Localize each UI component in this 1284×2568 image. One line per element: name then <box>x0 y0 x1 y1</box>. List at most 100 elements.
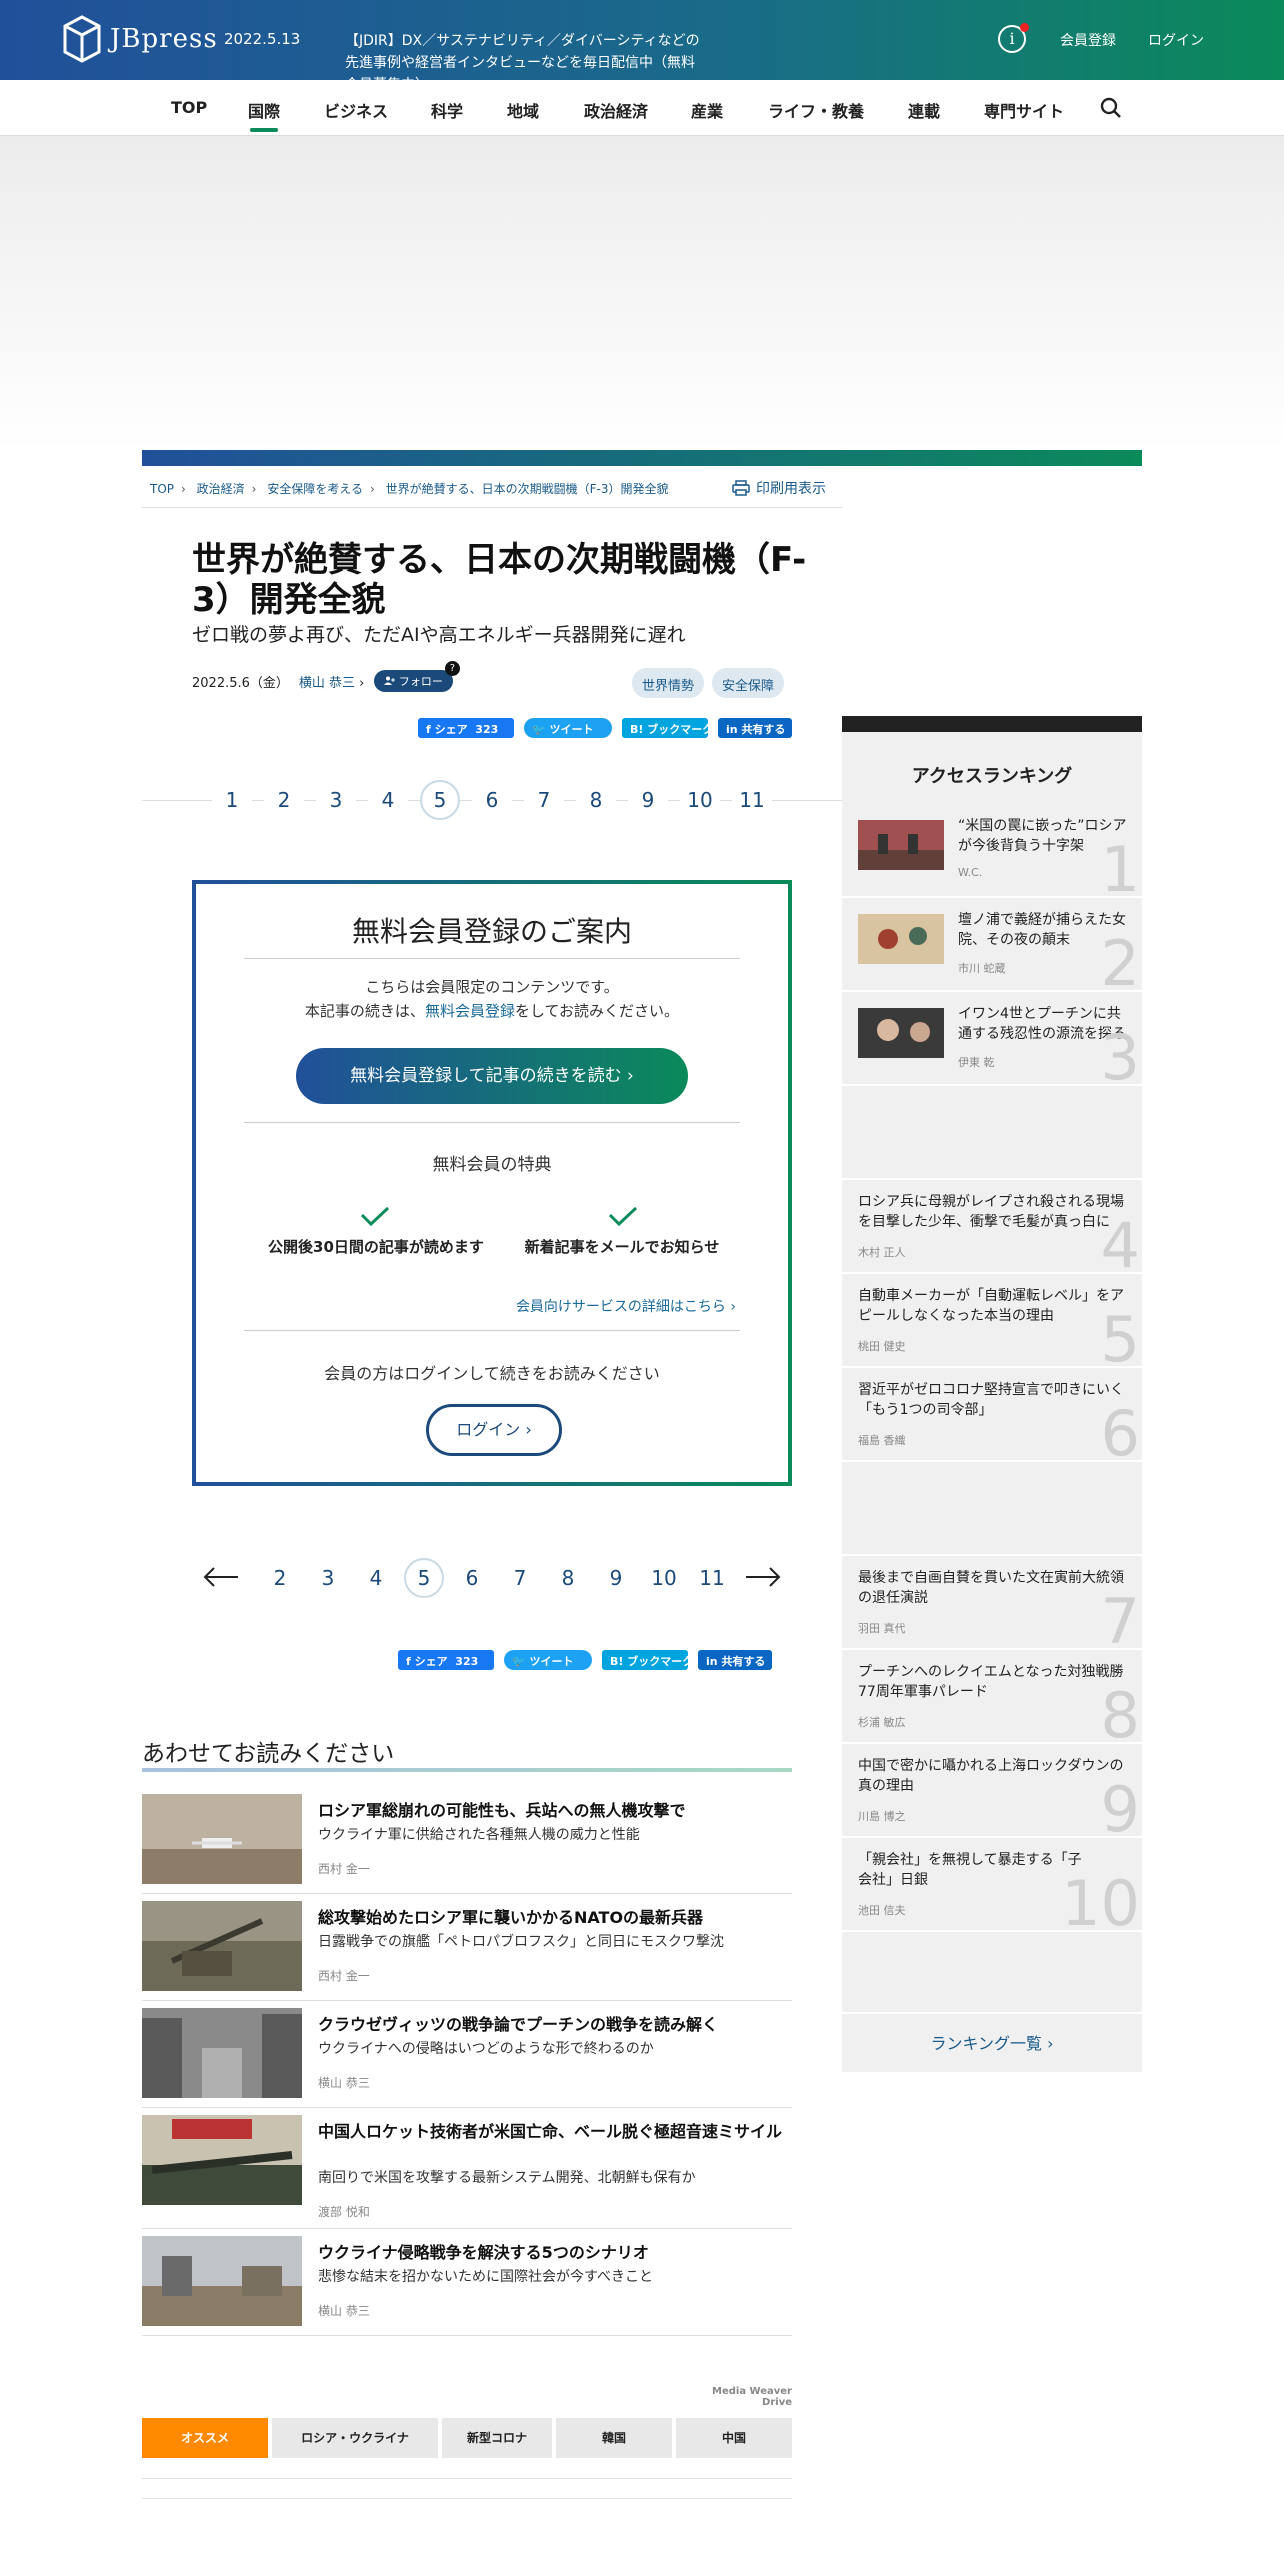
related-item[interactable]: ロシア軍総崩れの可能性も、兵站への無人機攻撃で ウクライナ軍に供給された各種無人… <box>142 1790 792 1894</box>
page-6-link[interactable]: 6 <box>472 780 512 820</box>
page-4-link[interactable]: 4 <box>368 780 408 820</box>
linkedin-share-button-bottom[interactable]: in 共有する <box>698 1650 772 1670</box>
breadcrumb-top[interactable]: TOP <box>150 482 174 496</box>
twitter-icon: 🐦 <box>512 1655 530 1668</box>
facebook-share-count: 323 <box>455 1655 479 1668</box>
facebook-share-button-bottom[interactable]: f シェア 323 <box>398 1650 494 1670</box>
ranking-item[interactable]: 「親会社」を無視して暴走する「子会社」日銀 池田 信夫 10 <box>842 1840 1142 1932</box>
related-title: あわせてお読みください <box>142 1741 395 1767</box>
arrow-right-icon[interactable] <box>744 1566 782 1588</box>
tab-recommended[interactable]: オススメ <box>142 2418 268 2458</box>
nav-item-international[interactable]: 国際 <box>248 98 280 132</box>
login-note: 会員の方はログインして続きをお読みください <box>324 1364 660 1383</box>
related-headline: 中国人ロケット技術者が米国亡命、ベール脱ぐ極超音速ミサイル <box>318 2122 783 2141</box>
page-9-link-bottom[interactable]: 9 <box>596 1558 636 1598</box>
ranking-item[interactable]: ロシア兵に母親がレイプされ殺される現場を目撃した少年、衝撃で毛髪が真っ白に 木村… <box>842 1182 1142 1274</box>
page-8-link-bottom[interactable]: 8 <box>548 1558 588 1598</box>
search-icon[interactable] <box>1100 97 1122 119</box>
facebook-share-button[interactable]: f シェア 323 <box>418 718 514 738</box>
page-2-link[interactable]: 2 <box>264 780 304 820</box>
tag-world-affairs[interactable]: 世界情勢 <box>632 668 705 698</box>
page-3-link-bottom[interactable]: 3 <box>308 1558 348 1598</box>
page-2-link-bottom[interactable]: 2 <box>260 1558 300 1598</box>
page-10-link-bottom[interactable]: 10 <box>644 1558 684 1598</box>
hatena-bookmark-button-bottom[interactable]: B! ブックマーク <box>602 1650 693 1670</box>
nav-item-politics-economy[interactable]: 政治経済 <box>584 98 648 122</box>
ranking-headline: 中国で密かに囁かれる上海ロックダウンの真の理由 <box>858 1758 1124 1794</box>
register-inline-link[interactable]: 無料会員登録 <box>425 1002 515 1020</box>
register-link[interactable]: 会員登録 <box>1060 30 1116 50</box>
ranking-list-link[interactable]: ランキング一覧 › <box>842 2012 1142 2072</box>
ranking-headline: ロシア兵に母親がレイプされ殺される現場を目撃した少年、衝撃で毛髪が真っ白に <box>858 1194 1124 1230</box>
breadcrumb-current[interactable]: 世界が絶賛する、日本の次期戦闘機（F-3）開発全貌 <box>386 482 669 496</box>
related-item[interactable]: ウクライナ侵略戦争を解決する5つのシナリオ 悲惨な結末を招かないために国際社会が… <box>142 2232 792 2336</box>
tab-china[interactable]: 中国 <box>676 2418 792 2458</box>
page-3-link[interactable]: 3 <box>316 780 356 820</box>
related-item[interactable]: 総攻撃始めたロシア軍に襲いかかるNATOの最新兵器 日露戦争での旗艦「ペトロパブ… <box>142 1897 792 2001</box>
member-services-link[interactable]: 会員向けサービスの詳細はこちら › <box>196 1296 736 1316</box>
nav-item-science[interactable]: 科学 <box>431 98 463 122</box>
login-button[interactable]: ログイン › <box>426 1404 562 1456</box>
ranking-ad-slot <box>842 1934 1142 2014</box>
ranking-item[interactable]: “米国の罠に嵌った”ロシアが今後背負う十字架 W.C. 1 <box>842 806 1142 898</box>
print-button[interactable]: 印刷用表示 <box>732 478 826 498</box>
related-thumbnail <box>142 1794 302 1884</box>
ranking-author: 木村 正人 <box>858 1246 906 1259</box>
perk-30-days: 公開後30日間の記事が読めます <box>268 1238 484 1256</box>
nav-item-top[interactable]: TOP <box>171 98 207 117</box>
page-5-link[interactable]: 5 <box>420 780 460 820</box>
ranking-item[interactable]: 習近平がゼロコロナ堅持宣言で叩きにいく「もう1つの司令部」 福島 香織 6 <box>842 1370 1142 1462</box>
ranking-item[interactable]: 中国で密かに囁かれる上海ロックダウンの真の理由 川島 博之 9 <box>842 1746 1142 1838</box>
page-4-link-bottom[interactable]: 4 <box>356 1558 396 1598</box>
ranking-item[interactable]: イワン4世とプーチンに共通する残忍性の源流を探る 伊東 乾 3 <box>842 994 1142 1086</box>
follow-button[interactable]: フォロー ? <box>374 661 460 692</box>
register-continue-button[interactable]: 無料会員登録して記事の続きを読む › <box>296 1048 688 1104</box>
print-label: 印刷用表示 <box>756 481 826 497</box>
page-7-link[interactable]: 7 <box>524 780 564 820</box>
page-9-link[interactable]: 9 <box>628 780 668 820</box>
tab-covid[interactable]: 新型コロナ <box>442 2418 552 2458</box>
page-5-link-bottom[interactable]: 5 <box>404 1558 444 1598</box>
help-icon[interactable]: ? <box>444 661 460 676</box>
page-7-link-bottom[interactable]: 7 <box>500 1558 540 1598</box>
ranking-author: W.C. <box>958 866 983 879</box>
nav-item-series[interactable]: 連載 <box>908 98 940 122</box>
arrow-left-icon[interactable] <box>202 1566 240 1588</box>
ranking-item[interactable]: 自動車メーカーが「自動運転レベル」をアピールしなくなった本当の理由 桃田 健史 … <box>842 1276 1142 1368</box>
ranking-author: 桃田 健史 <box>858 1340 906 1353</box>
page-11-link-bottom[interactable]: 11 <box>692 1558 732 1598</box>
breadcrumb-security[interactable]: 安全保障を考える <box>267 482 363 496</box>
tag-security[interactable]: 安全保障 <box>712 668 785 698</box>
nav-item-life[interactable]: ライフ・教養 <box>768 98 864 122</box>
page-8-link[interactable]: 8 <box>576 780 616 820</box>
page-6-link-bottom[interactable]: 6 <box>452 1558 492 1598</box>
info-icon[interactable]: i <box>998 23 1029 53</box>
page-1-link[interactable]: 1 <box>212 780 252 820</box>
breadcrumb-politics[interactable]: 政治経済 <box>197 482 245 496</box>
nav-item-special-sites[interactable]: 専門サイト <box>984 98 1064 122</box>
page-10-link[interactable]: 10 <box>680 780 720 820</box>
site-logo[interactable]: JBpress <box>62 15 218 63</box>
nav-item-industry[interactable]: 産業 <box>691 98 723 122</box>
tweet-button-bottom[interactable]: 🐦 ツイート <box>504 1650 592 1670</box>
tab-russia-ukraine[interactable]: ロシア・ウクライナ <box>272 2418 438 2458</box>
ranking-title: アクセスランキング <box>911 766 1073 787</box>
nav-item-business[interactable]: ビジネス <box>324 98 388 122</box>
linkedin-share-button[interactable]: in 共有する <box>718 718 792 738</box>
related-item[interactable]: クラウゼヴィッツの戦争論でプーチンの戦争を読み解く ウクライナへの侵略はいつどの… <box>142 2004 792 2108</box>
tab-korea[interactable]: 韓国 <box>556 2418 672 2458</box>
related-item[interactable]: 中国人ロケット技術者が米国亡命、ベール脱ぐ極超音速ミサイル 南回りで米国を攻撃す… <box>142 2111 792 2229</box>
hatena-label: B! ブックマーク <box>630 723 714 736</box>
login-link[interactable]: ログイン <box>1148 30 1204 50</box>
article-subtitle: ゼロ戦の夢よ再び、ただAIや高エネルギー兵器開発に遅れ <box>192 624 686 646</box>
nav-item-region[interactable]: 地域 <box>507 98 539 122</box>
ranking-item[interactable]: 壇ノ浦で義経が捕らえた女院、その夜の顛末 市川 蛇蔵 2 <box>842 900 1142 992</box>
page-11-link[interactable]: 11 <box>732 780 772 820</box>
tweet-button[interactable]: 🐦 ツイート <box>524 718 612 738</box>
hatena-bookmark-button[interactable]: B! ブックマーク <box>622 718 713 738</box>
ranking-item[interactable]: プーチンへのレクイエムとなった対独戦勝77周年軍事パレード 杉浦 敏広 8 <box>842 1652 1142 1744</box>
author-link[interactable]: 横山 恭三 <box>299 676 355 691</box>
ranking-item[interactable]: 最後まで自画自賛を貫いた文在寅前大統領の退任演説 羽田 真代 7 <box>842 1558 1142 1650</box>
related-headline: ロシア軍総崩れの可能性も、兵站への無人機攻撃で <box>318 1801 686 1820</box>
ranking-number: 3 <box>1100 1021 1140 1086</box>
